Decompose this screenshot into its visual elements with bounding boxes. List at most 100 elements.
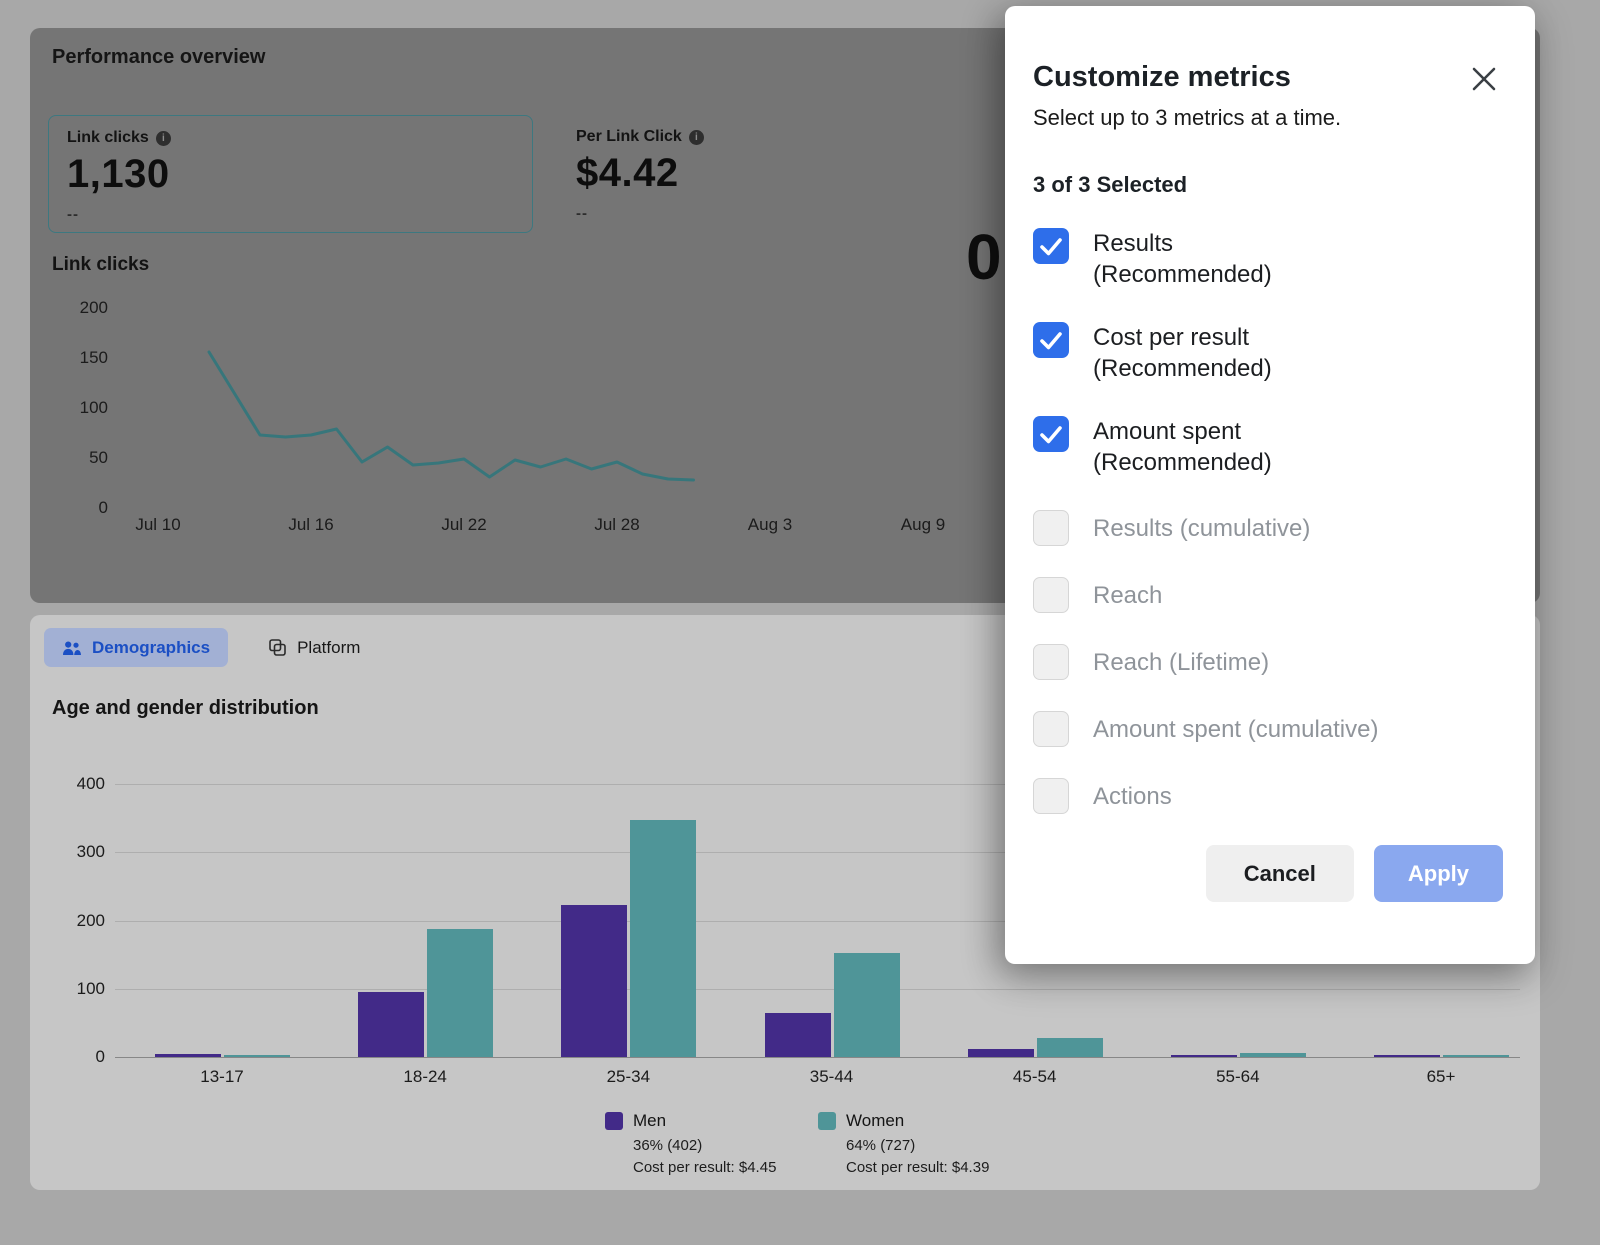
metric-option-results-cumulative[interactable]: Results (cumulative) [1033,510,1507,546]
customize-metrics-modal: Customize metrics Select up to 3 metrics… [1005,6,1535,964]
bar-chart-category-label: 35-44 [762,1067,902,1087]
metric-option-label: Reach [1093,580,1162,611]
checkbox-unchecked[interactable] [1033,510,1069,546]
metric-option-reach[interactable]: Reach [1033,577,1507,613]
bar-men-18-24 [358,992,424,1057]
metric-option-note: (Recommended) [1093,259,1272,290]
checkbox-checked[interactable] [1033,416,1069,452]
metric-option-note: (Recommended) [1093,353,1272,384]
metric-card-per-link-click[interactable]: Per Link Click i $4.42 -- [558,115,868,233]
bar-women-18-24 [427,929,493,1057]
bar-chart-category-label: 55-64 [1168,1067,1308,1087]
metric-option-actions[interactable]: Actions [1033,778,1507,814]
checkbox-checked[interactable] [1033,322,1069,358]
metric-option-results[interactable]: Results(Recommended) [1033,228,1507,290]
bar-chart-ytick: 400 [50,774,105,794]
line-chart-xtick: Aug 9 [901,515,945,534]
check-icon [1033,228,1069,264]
metric-option-text: Cost per result(Recommended) [1093,322,1272,384]
bar-chart-category-label: 45-54 [965,1067,1105,1087]
modal-subtitle: Select up to 3 metrics at a time. [1033,104,1507,132]
bar-women-13-17 [224,1055,290,1057]
metric-option-label: Reach (Lifetime) [1093,647,1269,678]
info-icon[interactable]: i [156,131,171,146]
bar-chart-category-label: 25-34 [558,1067,698,1087]
line-chart-xtick: Aug 3 [748,515,792,534]
metric-option-text: Amount spent (cumulative) [1093,711,1378,747]
metric-delta: -- [576,205,850,222]
metric-option-label: Actions [1093,781,1172,812]
performance-overview-title: Performance overview [52,46,265,69]
metric-option-label: Amount spent [1093,416,1272,447]
bar-chart-gridline [115,1057,1520,1058]
metric-option-text: Reach [1093,577,1162,613]
bar-chart-ytick: 100 [50,979,105,999]
bar-men-45-54 [968,1049,1034,1057]
metric-option-label: Results [1093,228,1272,259]
legend-cost: Cost per result: $4.39 [846,1159,989,1176]
bar-chart-ytick: 0 [50,1047,105,1067]
bar-women-65+ [1443,1055,1509,1057]
checkbox-unchecked[interactable] [1033,577,1069,613]
bar-chart-category-label: 13-17 [152,1067,292,1087]
legend-women: Women 64% (727) Cost per result: $4.39 [818,1111,989,1176]
metric-option-label: Cost per result [1093,322,1272,353]
bar-men-65+ [1374,1055,1440,1057]
bar-men-35-44 [765,1013,831,1057]
line-chart-ytick: 200 [80,298,108,317]
selection-status: 3 of 3 Selected [1033,172,1507,198]
bar-women-35-44 [834,953,900,1057]
line-chart-xtick: Jul 22 [441,515,486,534]
occluded-background-value: 0 [966,220,1002,294]
legend-share: 36% (402) [633,1137,776,1154]
line-chart-ytick: 50 [89,448,108,467]
metric-option-note: (Recommended) [1093,447,1272,478]
line-chart-xtick: Jul 16 [288,515,333,534]
bar-women-45-54 [1037,1038,1103,1057]
metric-option-amount-spent[interactable]: Amount spent(Recommended) [1033,416,1507,478]
legend-men: Men 36% (402) Cost per result: $4.45 [605,1111,776,1176]
checkbox-checked[interactable] [1033,228,1069,264]
legend-name: Men [633,1111,776,1131]
close-icon[interactable] [1469,64,1499,94]
cancel-button[interactable]: Cancel [1206,845,1354,902]
metric-option-cost-per-result[interactable]: Cost per result(Recommended) [1033,322,1507,384]
legend-name: Women [846,1111,989,1131]
info-icon[interactable]: i [689,130,704,145]
metric-option-text: Actions [1093,778,1172,814]
metric-option-label: Results (cumulative) [1093,513,1310,544]
check-icon [1033,322,1069,358]
line-chart-heading: Link clicks [52,254,149,276]
metric-card-link-clicks[interactable]: Link clicks i 1,130 -- [48,115,533,233]
line-chart-ytick: 150 [80,348,108,367]
checkbox-unchecked[interactable] [1033,711,1069,747]
bar-women-55-64 [1240,1053,1306,1057]
checkbox-unchecked[interactable] [1033,778,1069,814]
checkbox-unchecked[interactable] [1033,644,1069,680]
check-icon [1033,416,1069,452]
metric-label-text: Link clicks [67,129,149,147]
metric-delta: -- [67,206,514,223]
metric-value: 1,130 [67,152,514,197]
metric-option-text: Results (cumulative) [1093,510,1310,546]
bar-chart-category-label: 18-24 [355,1067,495,1087]
metric-label: Per Link Click i [576,128,850,146]
link-clicks-series [209,352,694,480]
bar-chart-gridline [115,989,1520,990]
metric-options-list: Results(Recommended)Cost per result(Reco… [1033,228,1507,814]
metric-value: $4.42 [576,151,850,196]
metric-option-text: Reach (Lifetime) [1093,644,1269,680]
metric-option-reach-lifetime[interactable]: Reach (Lifetime) [1033,644,1507,680]
line-chart-ytick: 100 [80,398,108,417]
metric-option-amount-spent-cumulative[interactable]: Amount spent (cumulative) [1033,711,1507,747]
ads-report-page: Performance overview Link clicks i 1,130… [0,0,1600,1245]
apply-button[interactable]: Apply [1374,845,1503,902]
legend-share: 64% (727) [846,1137,989,1154]
legend-cost: Cost per result: $4.45 [633,1159,776,1176]
bar-chart-category-label: 65+ [1371,1067,1511,1087]
bar-chart-ytick: 200 [50,911,105,931]
bar-chart-ytick: 300 [50,842,105,862]
metric-option-text: Amount spent(Recommended) [1093,416,1272,478]
legend-swatch-women [818,1112,836,1130]
modal-title: Customize metrics [1033,60,1507,94]
